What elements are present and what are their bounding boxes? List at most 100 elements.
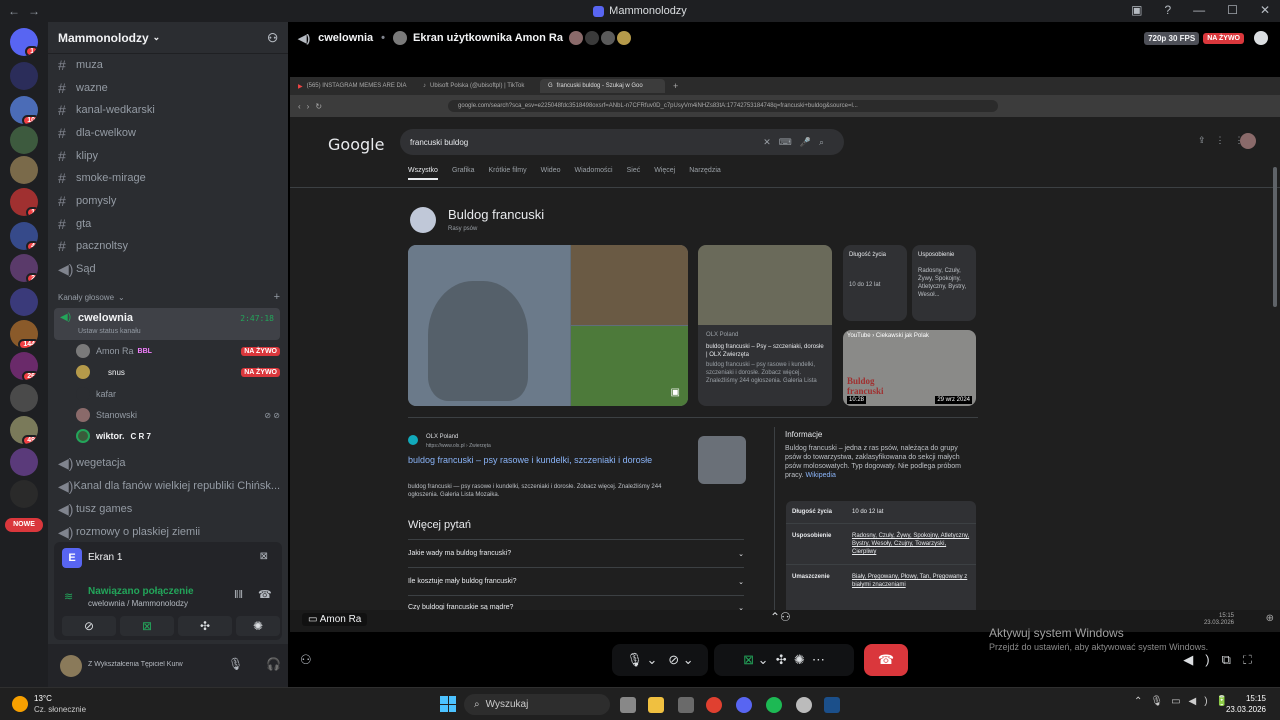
- disconnect-icon[interactable]: ☎: [258, 588, 272, 601]
- new-badge[interactable]: NOWE: [5, 518, 43, 532]
- new-tab-icon[interactable]: +: [673, 81, 678, 91]
- share-controls[interactable]: ⊠ ⌄ ✣ ✺ ⋯: [714, 644, 854, 676]
- nav-arrows[interactable]: ←→: [8, 4, 48, 18]
- voice-user[interactable]: snus NA ŻYWO: [76, 362, 280, 382]
- result-title[interactable]: buldog francuski – psy rasowe i kundelki…: [408, 454, 678, 466]
- channel-item[interactable]: # klipy: [58, 146, 280, 166]
- paa-item[interactable]: Ile kosztuje mały buldog francuski? ⌄: [408, 567, 744, 595]
- microphone-icon[interactable]: 🎙: [228, 657, 243, 671]
- leave-call-button[interactable]: ☎: [864, 644, 908, 676]
- tab-siec[interactable]: Sieć: [627, 167, 641, 180]
- channel-item[interactable]: # smoke-mirage: [58, 168, 280, 188]
- add-people-icon[interactable]: ⚇: [300, 652, 312, 668]
- voice-user[interactable]: Amon Ra BBL NA ŻYWO: [76, 341, 280, 361]
- channel-item[interactable]: # dla-cwelkow: [58, 123, 280, 143]
- voice-user[interactable]: kafar: [76, 384, 280, 404]
- voice-user[interactable]: Stanowski ⊘ ⊘: [76, 405, 280, 425]
- task-view-icon[interactable]: [620, 697, 636, 713]
- browser-tab-active[interactable]: Gfrancuski buldog - Szukaj w Goo: [540, 79, 665, 93]
- server-icon[interactable]: 26: [10, 352, 38, 380]
- avatar[interactable]: [60, 655, 82, 677]
- tab-grafika[interactable]: Grafika: [452, 167, 475, 180]
- tab-wiadomosci[interactable]: Wiadomości: [574, 167, 612, 180]
- olx-card[interactable]: OLX Poland buldog francuski – Psy – szcz…: [698, 245, 832, 406]
- maximize-button[interactable]: ☐: [1227, 3, 1238, 17]
- voice-category[interactable]: Kanały głosowe ⌄ +: [58, 290, 280, 304]
- server-icon[interactable]: [10, 384, 38, 412]
- channel-item[interactable]: # kanal-wedkarski: [58, 100, 280, 120]
- viewer-avatars[interactable]: [568, 31, 631, 45]
- add-channel-icon[interactable]: +: [274, 291, 280, 303]
- fact-value[interactable]: Biały, Pręgowany, Płowy, Tan, Pręgowany …: [852, 573, 970, 589]
- guild-header[interactable]: Mammonolodzy ⌄ ⚇: [48, 22, 288, 54]
- voice-channel-item[interactable]: ◀) wegetacja: [58, 453, 280, 473]
- screen-share-button[interactable]: ⊠: [120, 616, 174, 636]
- channel-item[interactable]: ◀) Sąd: [58, 259, 280, 279]
- server-icon[interactable]: 49: [10, 416, 38, 444]
- scrollbar[interactable]: [1273, 167, 1277, 307]
- headphones-icon[interactable]: 🎧: [266, 657, 281, 671]
- activities-button[interactable]: ✣: [178, 616, 232, 636]
- url-field[interactable]: google.com/search?sca_esv=e225048fdc3518…: [448, 100, 999, 112]
- tab-wszystko[interactable]: Wszystko: [408, 167, 438, 180]
- server-icon[interactable]: [10, 480, 38, 508]
- app-icon[interactable]: [796, 697, 812, 713]
- server-icon[interactable]: [10, 156, 38, 184]
- store-icon[interactable]: [678, 697, 694, 713]
- server-icon[interactable]: 144: [10, 320, 38, 348]
- voice-channel-item[interactable]: ◀) tusz games: [58, 499, 280, 519]
- nav-icons[interactable]: ‹›↻: [298, 102, 328, 111]
- spotify-icon[interactable]: [766, 697, 782, 713]
- temper-card[interactable]: Usposobienie Radosny, Czuły, Żywy, Spoko…: [912, 245, 976, 321]
- chat-bubble-icon[interactable]: [1254, 31, 1268, 45]
- fact-value[interactable]: Radosny, Czuły, Żywy, Spokojny, Atletycz…: [852, 532, 970, 556]
- search-box[interactable]: francuski buldog ✕⌨🎤⌕: [400, 129, 844, 155]
- windows-start-icon[interactable]: [440, 696, 456, 712]
- channel-item[interactable]: # pacznoltsy: [58, 236, 280, 256]
- channel-status[interactable]: Ustaw status kanału: [78, 328, 141, 335]
- voice-channel-item[interactable]: ◀) Kanal dla fanów wielkiej republiki Chi…: [58, 476, 280, 496]
- taskbar-search[interactable]: ⌕ Wyszukaj: [464, 694, 610, 715]
- server-icon[interactable]: [10, 288, 38, 316]
- mic-camera-controls[interactable]: 🎙 ⌄ ⊘ ⌄: [612, 644, 708, 676]
- screen-share-icon[interactable]: ⊠: [743, 652, 754, 668]
- browser-tab[interactable]: ♪ Ubisoft Polska (@ubisoftpl) | TikTok: [415, 79, 540, 93]
- search-tools-icons[interactable]: ✕⌨🎤⌕: [763, 137, 832, 148]
- view-controls[interactable]: ◀)⧉⛶: [1183, 652, 1264, 668]
- tray-icons[interactable]: ⌃🎙▭◀)🔋: [1134, 696, 1236, 707]
- channel-item[interactable]: # wazne: [58, 78, 280, 98]
- clock[interactable]: 15:15 23.03.2026: [1226, 693, 1266, 715]
- google-logo[interactable]: Google: [328, 135, 384, 154]
- add-member-icon[interactable]: ⚇: [267, 31, 278, 45]
- weather-icon[interactable]: [12, 696, 28, 712]
- youtube-card[interactable]: YouTube › Ciekawski jak Polak Buldog fra…: [843, 330, 976, 406]
- help-icon[interactable]: ?: [1164, 3, 1171, 17]
- chrome-icon[interactable]: [706, 697, 722, 713]
- close-button[interactable]: ✕: [1260, 3, 1270, 17]
- camera-off-button[interactable]: ⊘: [62, 616, 116, 636]
- tab-wideo[interactable]: Wideo: [541, 167, 561, 180]
- server-icon[interactable]: 1: [10, 188, 38, 216]
- discord-home-icon[interactable]: 1: [10, 28, 38, 56]
- server-icon[interactable]: 2: [10, 254, 38, 282]
- user-status[interactable]: Z Wykształcenia Tępiciel Kurw: [88, 661, 208, 668]
- active-voice-channel[interactable]: ◀) cwelownia 2:47:18 Ustaw status kanału: [54, 308, 280, 340]
- server-icon[interactable]: [10, 126, 38, 154]
- tab-wiecej[interactable]: Więcej: [654, 167, 675, 180]
- file-explorer-icon[interactable]: [648, 697, 664, 713]
- voice-user[interactable]: wiktor. C R 7: [76, 426, 280, 446]
- dog-image-main[interactable]: ▣: [408, 245, 688, 406]
- screen-close-icon[interactable]: ⊠: [260, 551, 268, 562]
- browser-tab[interactable]: ▶ (565) INSTAGRAM MEMES ARE DIA: [290, 79, 415, 93]
- server-icon[interactable]: [10, 448, 38, 476]
- popout-controls-icon[interactable]: ⌃⚇: [770, 610, 791, 624]
- inbox-icon[interactable]: ▣: [1131, 3, 1142, 17]
- soundboard-button[interactable]: ✺: [236, 616, 280, 636]
- channel-item[interactable]: # pomysly: [58, 191, 280, 211]
- noise-suppression-icon[interactable]: ǁǁ: [234, 589, 243, 601]
- channel-item[interactable]: # gta: [58, 214, 280, 234]
- zoom-icon[interactable]: ⊕: [1266, 613, 1274, 624]
- server-icon[interactable]: [10, 62, 38, 90]
- account-avatar[interactable]: [1240, 133, 1256, 149]
- voice-channel-item[interactable]: ◀) rozmowy o plaskiej ziemii: [58, 522, 280, 542]
